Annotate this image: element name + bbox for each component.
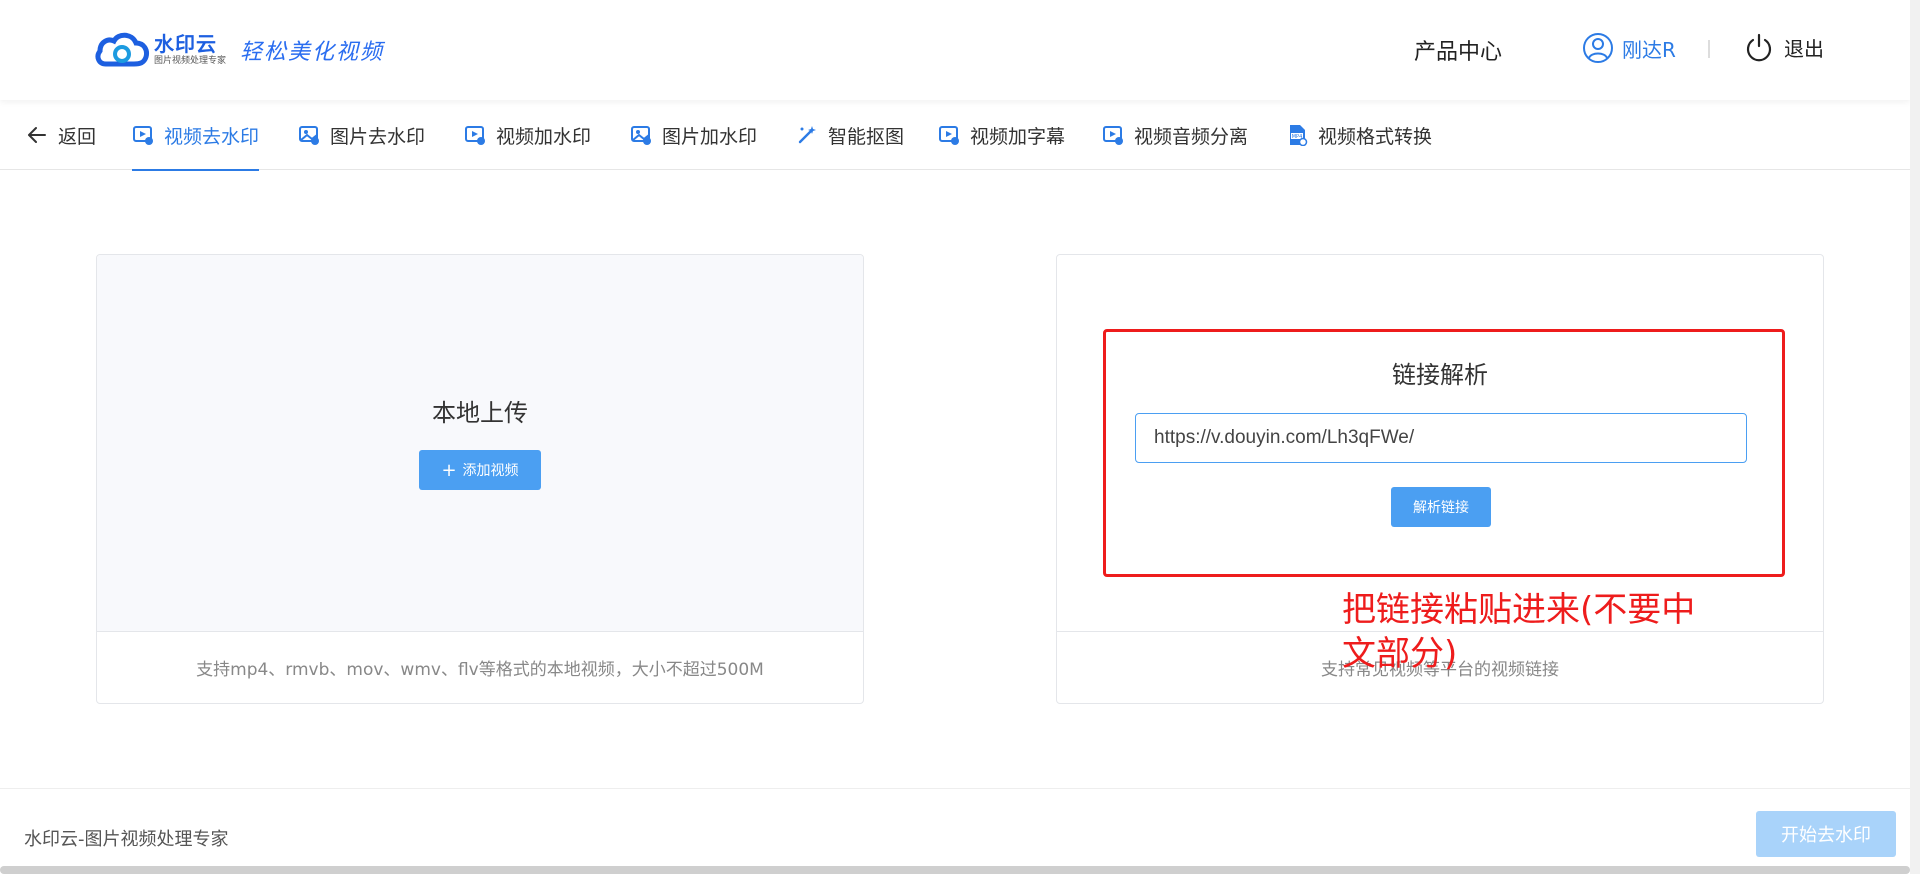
arrow-left-icon [28, 127, 46, 143]
magic-wand-icon [798, 126, 816, 144]
tab-image-add-watermark[interactable]: 图片加水印 [630, 100, 757, 170]
tab-video-audio-split[interactable]: 视频音频分离 [1102, 100, 1248, 170]
user-avatar-icon [1583, 33, 1613, 63]
mp4-file-icon: MP4 [1290, 125, 1308, 146]
local-upload-panel: 本地上传 + 添加视频 支持mp4、rmvb、mov、wmv、flv等格式的本地… [96, 254, 864, 704]
link-parse-area: 链接解析 https://v.douyin.com/Lh3qFWe/ 解析链接 [1057, 255, 1823, 631]
tab-video-remove-watermark[interactable]: 视频去水印 [132, 100, 260, 171]
tab-video-add-watermark[interactable]: 视频加水印 [464, 100, 591, 170]
video-icon [133, 126, 153, 145]
add-video-button[interactable]: + 添加视频 [419, 450, 541, 490]
tab-smart-cutout[interactable]: 智能抠图 [796, 100, 904, 170]
user-menu[interactable]: 刚达R [1582, 32, 1676, 64]
image-icon [299, 126, 319, 145]
logout-label: 退出 [1784, 36, 1824, 61]
tab-video-add-subtitles[interactable]: 视频加字幕 [938, 100, 1065, 170]
red-annotation-text: 把链接粘贴进来(不要中文部分) [1342, 590, 1696, 674]
tab-video-format-convert[interactable]: MP4 视频格式转换 [1286, 100, 1432, 170]
tab-label: 图片加水印 [662, 125, 758, 148]
back-label: 返回 [58, 125, 97, 148]
top-header: 水印云 图片视频处理专家 轻松美化视频 产品中心 刚达R 退出 [0, 0, 1910, 100]
tab-label: 视频格式转换 [1318, 125, 1433, 148]
tab-label: 视频音频分离 [1134, 125, 1249, 148]
video-icon [939, 126, 959, 145]
image-icon [631, 126, 651, 145]
upload-dropzone[interactable]: 本地上传 + 添加视频 [97, 255, 863, 631]
footer-text: 水印云-图片视频处理专家 [24, 829, 229, 850]
power-icon [1746, 33, 1772, 62]
tab-label: 视频加水印 [496, 125, 592, 148]
video-icon [465, 126, 485, 145]
horizontal-scrollbar[interactable] [0, 866, 1910, 874]
start-remove-watermark-button[interactable]: 开始去水印 [1756, 811, 1896, 857]
add-video-label: 添加视频 [462, 463, 519, 479]
vertical-scrollbar[interactable] [1910, 0, 1920, 874]
logout-button[interactable]: 退出 [1744, 32, 1824, 62]
cloud-logo-icon [95, 32, 149, 67]
tab-label: 智能抠图 [828, 125, 905, 148]
tool-tabs: 返回 视频去水印 图片去水印 视频加水印 图片加水印 智能抠图 视频加字幕 视频… [0, 100, 1910, 171]
back-button[interactable]: 返回 [26, 100, 96, 170]
plus-icon: + [441, 459, 457, 481]
tab-label: 视频加字幕 [970, 125, 1066, 148]
parse-link-button[interactable]: 解析链接 [1391, 487, 1491, 527]
link-parse-title: 链接解析 [1392, 361, 1488, 389]
logo-name: 水印云 [154, 32, 217, 56]
tab-label: 图片去水印 [330, 125, 426, 148]
product-center-link[interactable]: 产品中心 [1414, 34, 1502, 66]
video-icon [1103, 126, 1123, 145]
video-link-input[interactable]: https://v.douyin.com/Lh3qFWe/ [1135, 413, 1747, 463]
tab-label: 视频去水印 [164, 125, 260, 148]
footer-bar: 水印云-图片视频处理专家 开始去水印 [0, 788, 1910, 868]
header-divider [1708, 40, 1710, 58]
user-name: 刚达R [1622, 37, 1676, 62]
local-upload-title: 本地上传 [432, 399, 528, 427]
local-upload-hint: 支持mp4、rmvb、mov、wmv、flv等格式的本地视频，大小不超过500M [97, 631, 863, 703]
logo[interactable]: 水印云 图片视频处理专家 轻松美化视频 [94, 28, 384, 72]
tab-image-remove-watermark[interactable]: 图片去水印 [298, 100, 425, 170]
logo-subtitle: 图片视频处理专家 [154, 56, 227, 66]
logo-slogan: 轻松美化视频 [240, 40, 385, 65]
